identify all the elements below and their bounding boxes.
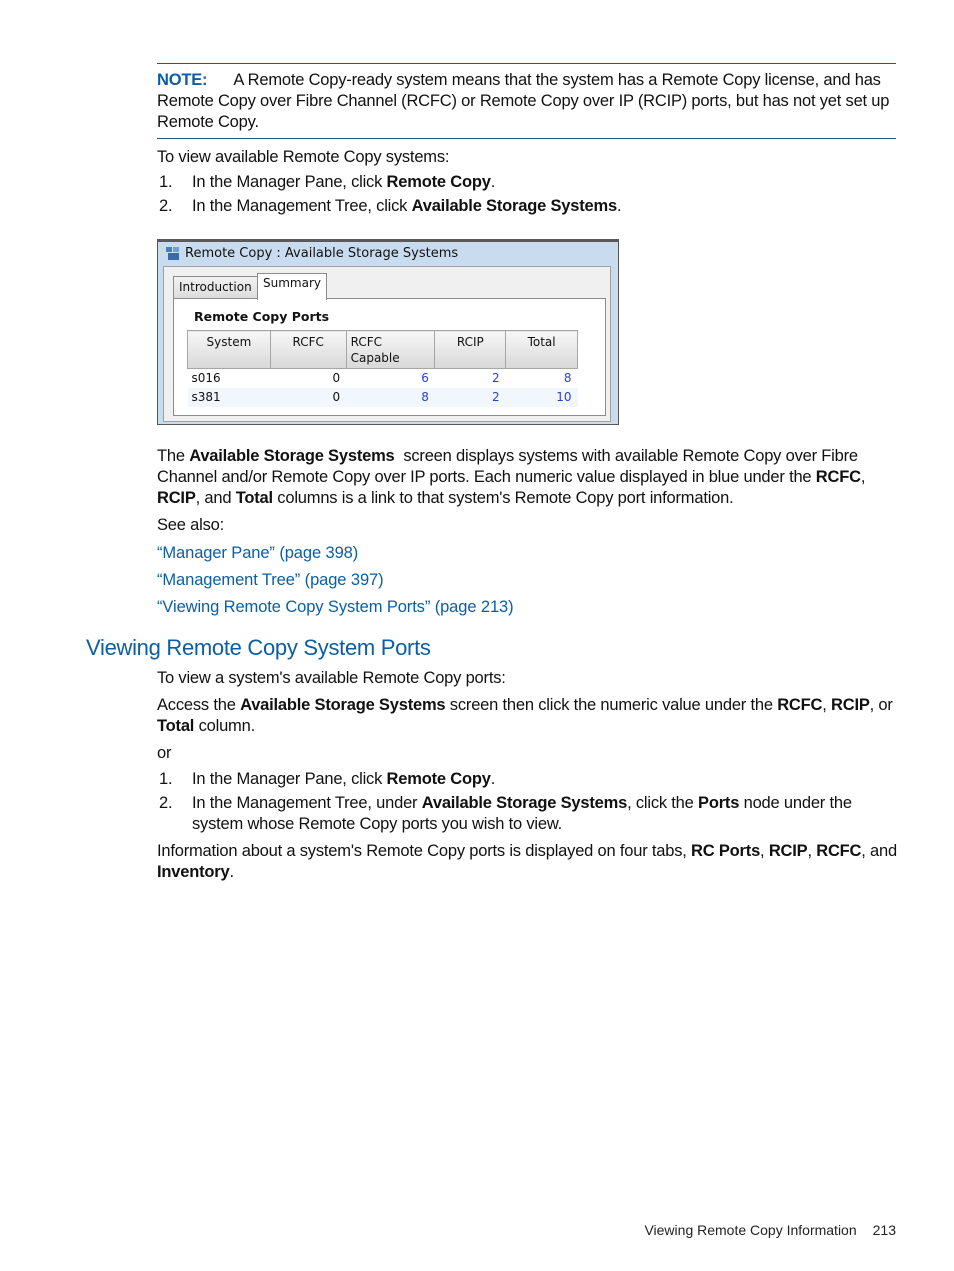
step-text: In the Management Tree, under	[192, 794, 422, 812]
text: column.	[194, 717, 256, 735]
bold-text: Total	[157, 717, 195, 735]
ports-table: System RCFC RCFC Capable RCIP Total s016 …	[187, 330, 578, 407]
column-header-system[interactable]: System	[187, 330, 271, 369]
step-text: In the Manager Pane, click	[192, 173, 387, 191]
page-number: 213	[872, 1222, 896, 1238]
note-box: NOTE: A Remote Copy-ready system means th…	[157, 63, 896, 139]
info-paragraph: Information about a system's Remote Copy…	[157, 841, 899, 883]
see-also-label: See also:	[157, 516, 224, 534]
link-management-tree[interactable]: “Management Tree” (page 397)	[157, 570, 384, 591]
cell-rcip-link[interactable]: 2	[434, 387, 506, 407]
cell-rcfc: 0	[332, 371, 341, 386]
bold-text: Available Storage Systems	[240, 696, 446, 714]
header-line: RCFC	[350, 335, 382, 349]
cell-rcfc: 0	[270, 387, 347, 407]
header-line: Capable	[350, 351, 400, 365]
step-bold: Remote Copy	[386, 173, 491, 191]
step-bold: Available Storage Systems	[421, 794, 628, 812]
bold-text: RCFC	[815, 468, 861, 486]
text: The	[157, 447, 190, 465]
network-storage-icon	[166, 247, 180, 260]
step-number: 2.	[159, 794, 173, 812]
text: ,	[760, 842, 769, 860]
note-label: NOTE:	[157, 71, 208, 89]
tab-summary[interactable]: Summary	[257, 273, 327, 300]
column-header-rcfc-capable[interactable]: RCFC Capable	[345, 330, 436, 369]
text: ,	[860, 468, 866, 486]
note-text: A Remote Copy-ready system means that th…	[157, 71, 890, 131]
step-punct: .	[490, 173, 496, 191]
step-bold: Available Storage Systems	[411, 197, 618, 215]
window-title-bar: Remote Copy : Available Storage Systems	[166, 246, 458, 261]
step-punct: .	[490, 770, 496, 788]
step-text: In the Manager Pane, click	[192, 770, 387, 788]
column-header-rcfc[interactable]: RCFC	[269, 330, 347, 369]
window-body: Introduction Summary Remote Copy Ports S…	[163, 266, 611, 422]
screenshot-window: Remote Copy : Available Storage Systems …	[157, 239, 619, 425]
page-footer: Viewing Remote Copy Information 213	[644, 1222, 896, 1238]
table-row: s016 0 6 2 8	[188, 369, 578, 388]
footer-section-title: Viewing Remote Copy Information	[644, 1222, 857, 1238]
bold-text: RCIP	[157, 489, 196, 507]
step-number: 1.	[159, 770, 173, 788]
cell-total-link[interactable]: 8	[506, 369, 578, 388]
step-text: , click the	[627, 794, 699, 812]
panel-title: Remote Copy Ports	[194, 309, 330, 324]
step-bold: Remote Copy	[386, 770, 491, 788]
window-title: Remote Copy : Available Storage Systems	[185, 246, 459, 261]
bold-text: RCIP	[831, 696, 870, 714]
cell-system: s016	[191, 371, 221, 386]
bold-text: RCFC	[816, 842, 862, 860]
bold-text: RC Ports	[691, 842, 761, 860]
text: Information about a system's Remote Copy…	[157, 842, 692, 860]
link-viewing-remote-copy-system-ports[interactable]: “Viewing Remote Copy System Ports” (page…	[157, 597, 514, 618]
column-header-rcip[interactable]: RCIP	[434, 330, 507, 369]
link-manager-pane[interactable]: “Manager Pane” (page 398)	[157, 543, 358, 564]
manual-page: NOTE: A Remote Copy-ready system means th…	[0, 0, 954, 1271]
table-header-row: System RCFC RCFC Capable RCIP Total	[187, 330, 578, 369]
or-text: or	[157, 744, 172, 762]
text: columns is a link to that system's Remot…	[272, 489, 734, 507]
bold-text: Inventory	[157, 863, 230, 881]
column-header-total[interactable]: Total	[505, 330, 578, 369]
step-text: In the Management Tree, click	[192, 197, 412, 215]
text: , and	[195, 489, 236, 507]
summary-panel: Remote Copy Ports System RCFC RCFC Capabl…	[173, 298, 606, 416]
cell-system: s381	[187, 387, 271, 407]
cell-total-link[interactable]: 10	[505, 387, 578, 407]
intro-text: To view available Remote Copy systems:	[157, 148, 450, 166]
step-number: 2.	[159, 197, 173, 215]
step-number: 1.	[159, 173, 173, 191]
text: .	[229, 863, 234, 881]
bold-text: Available Storage Systems	[189, 447, 395, 465]
bold-text: RCIP	[768, 842, 808, 860]
text: , and	[861, 842, 897, 860]
cell-rcip-link[interactable]: 2	[435, 369, 506, 388]
cell-rcfc-capable-link[interactable]: 6	[346, 369, 435, 388]
step-punct: .	[616, 197, 622, 215]
bold-text: Total	[235, 489, 273, 507]
cell-rcfc-capable-link[interactable]: 8	[346, 387, 435, 407]
text: , or	[869, 696, 893, 714]
text: ,	[807, 842, 817, 860]
step-bold: Ports	[698, 794, 740, 812]
bold-text: RCFC	[777, 696, 823, 714]
section-intro: To view a system's available Remote Copy…	[157, 669, 506, 687]
access-paragraph: Access the Available Storage Systems scr…	[157, 695, 899, 737]
table-row: s381 0 8 2 10	[187, 387, 578, 407]
text: Access the	[157, 696, 241, 714]
text: screen then click the numeric value unde…	[445, 696, 778, 714]
tab-introduction[interactable]: Introduction	[173, 276, 258, 298]
text: ,	[822, 696, 832, 714]
description-paragraph: The Available Storage Systems screen dis…	[157, 446, 899, 509]
section-heading: Viewing Remote Copy System Ports	[86, 635, 431, 660]
